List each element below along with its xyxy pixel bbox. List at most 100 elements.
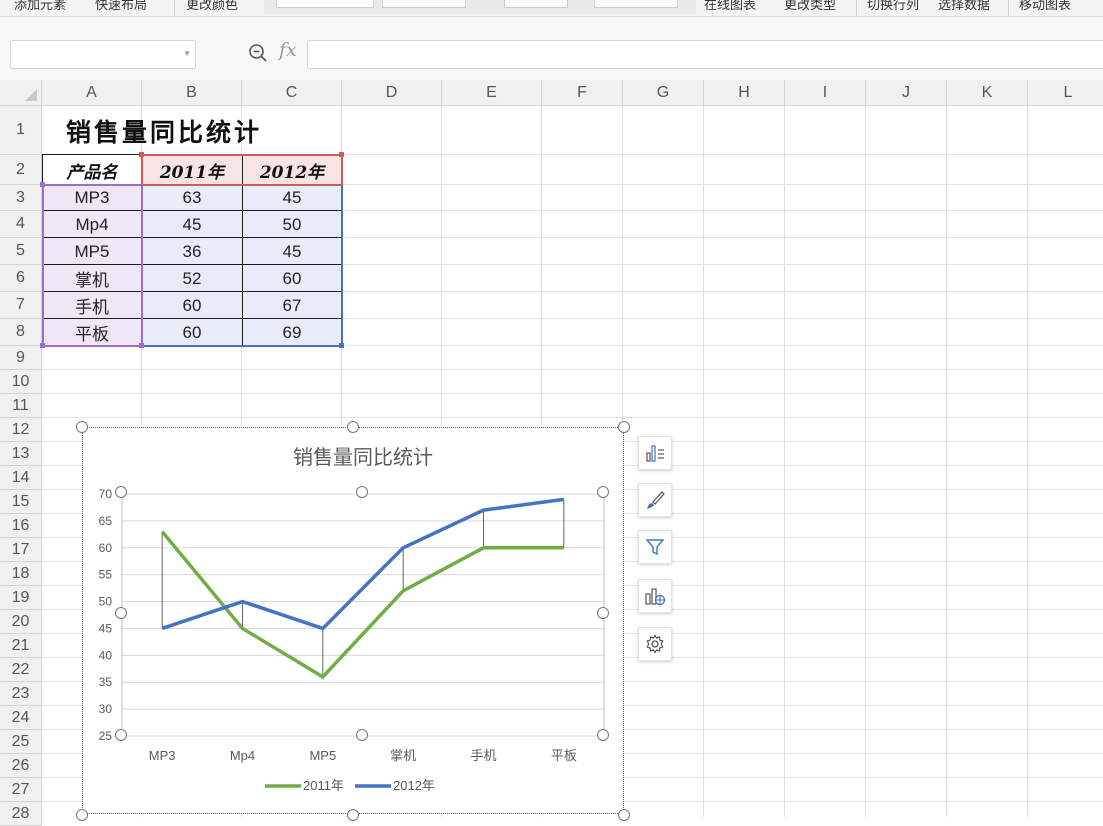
chevron-down-icon[interactable]: ▼ [183,49,191,58]
row-header-18[interactable]: 18 [0,562,42,586]
zoom-icon[interactable] [248,43,268,63]
product-name-cell[interactable]: MP3 [42,185,142,211]
chart-style-2[interactable] [382,0,466,8]
resize-handle[interactable] [347,421,359,433]
resize-handle[interactable] [347,809,359,821]
header-2011-cell[interactable]: 2011年 [142,155,242,185]
row-header-25[interactable]: 25 [0,730,42,754]
row-header-11[interactable]: 11 [0,394,42,418]
change-color-button[interactable]: 更改颜色 [186,0,238,13]
row-header-16[interactable]: 16 [0,514,42,538]
column-header-a[interactable]: A [42,80,142,106]
row-header-24[interactable]: 24 [0,706,42,730]
row-header-2[interactable]: 2 [0,155,42,185]
column-header-l[interactable]: L [1028,80,1103,106]
sheet-title-cell[interactable]: 销售量同比统计 [42,107,342,154]
formula-input[interactable] [307,40,1103,69]
product-name-cell[interactable]: Mp4 [42,211,142,238]
row-header-8[interactable]: 8 [0,319,42,346]
name-box[interactable]: ▼ [10,40,196,69]
chart-style-4[interactable] [594,0,678,8]
value-cell[interactable]: 67 [242,292,342,319]
resize-handle[interactable] [76,809,88,821]
plot-area-handle[interactable] [115,607,127,619]
column-header-h[interactable]: H [704,80,785,106]
select-all-corner[interactable] [0,80,42,106]
column-header-e[interactable]: E [442,80,542,106]
select-data-button[interactable]: 选择数据 [938,0,990,13]
switch-row-column-button[interactable]: 切换行列 [867,0,919,13]
header-product-cell[interactable]: 产品名 [42,155,142,185]
column-header-k[interactable]: K [947,80,1028,106]
row-header-21[interactable]: 21 [0,634,42,658]
plot-area-handle[interactable] [597,486,609,498]
column-header-g[interactable]: G [623,80,704,106]
row-header-4[interactable]: 4 [0,211,42,238]
row-header-17[interactable]: 17 [0,538,42,562]
product-name-cell[interactable]: 手机 [42,292,142,319]
value-cell[interactable]: 60 [142,319,242,346]
online-chart-button[interactable]: 在线图表 [704,0,756,13]
product-name-cell[interactable]: 平板 [42,319,142,346]
resize-handle[interactable] [618,809,630,821]
row-header-23[interactable]: 23 [0,682,42,706]
row-header-14[interactable]: 14 [0,466,42,490]
product-name-cell[interactable]: MP5 [42,238,142,265]
plot-area-handle[interactable] [115,729,127,741]
chart-style-3[interactable] [504,0,568,8]
value-cell[interactable]: 69 [242,319,342,346]
value-cell[interactable]: 60 [142,292,242,319]
plot-area-handle[interactable] [356,486,368,498]
plot-area-handle[interactable] [356,729,368,741]
row-header-6[interactable]: 6 [0,265,42,292]
value-cell[interactable]: 45 [242,238,342,265]
move-chart-button[interactable]: 移动图表 [1019,0,1071,13]
plot-area-handle[interactable] [115,486,127,498]
line-chart[interactable]: 销售量同比统计 25 30 35 40 45 50 55 60 65 70 MP3 Mp4 MP5 掌机 手机… [82,427,624,814]
row-header-12[interactable]: 12 [0,418,42,442]
row-header-27[interactable]: 27 [0,778,42,802]
value-cell[interactable]: 50 [242,211,342,238]
column-header-d[interactable]: D [342,80,442,106]
row-header-13[interactable]: 13 [0,442,42,466]
value-cell[interactable]: 45 [142,211,242,238]
row-header-22[interactable]: 22 [0,658,42,682]
value-cell[interactable]: 63 [142,185,242,211]
chart-style-1[interactable] [276,0,374,8]
chart-style-button[interactable] [638,483,672,517]
column-header-b[interactable]: B [142,80,242,106]
row-header-3[interactable]: 3 [0,185,42,211]
value-cell[interactable]: 36 [142,238,242,265]
quick-layout-button[interactable]: 快速布局 [95,0,147,13]
row-header-26[interactable]: 26 [0,754,42,778]
fx-icon[interactable]: fx [279,39,297,61]
row-header-19[interactable]: 19 [0,586,42,610]
resize-handle[interactable] [76,421,88,433]
column-header-j[interactable]: J [866,80,947,106]
row-header-1[interactable]: 1 [0,106,42,155]
column-header-i[interactable]: I [785,80,866,106]
row-header-15[interactable]: 15 [0,490,42,514]
row-header-5[interactable]: 5 [0,238,42,265]
plot-area-handle[interactable] [597,607,609,619]
product-name-cell[interactable]: 掌机 [42,265,142,292]
online-chart-button[interactable] [638,579,672,613]
row-header-20[interactable]: 20 [0,610,42,634]
row-header-28[interactable]: 28 [0,802,42,826]
plot-area-handle[interactable] [597,729,609,741]
column-header-f[interactable]: F [542,80,623,106]
header-2012-cell[interactable]: 2012年 [242,155,342,185]
row-header-9[interactable]: 9 [0,346,42,370]
column-header-c[interactable]: C [242,80,342,106]
chart-settings-button[interactable] [638,627,672,661]
row-header-10[interactable]: 10 [0,370,42,394]
value-cell[interactable]: 52 [142,265,242,292]
value-cell[interactable]: 60 [242,265,342,292]
value-cell[interactable]: 45 [242,185,342,211]
row-header-7[interactable]: 7 [0,292,42,319]
chart-style-gallery[interactable] [264,0,696,14]
resize-handle[interactable] [618,421,630,433]
add-element-button[interactable]: 添加元素 [14,0,66,13]
chart-filter-button[interactable] [638,530,672,564]
change-type-button[interactable]: 更改类型 [784,0,836,13]
